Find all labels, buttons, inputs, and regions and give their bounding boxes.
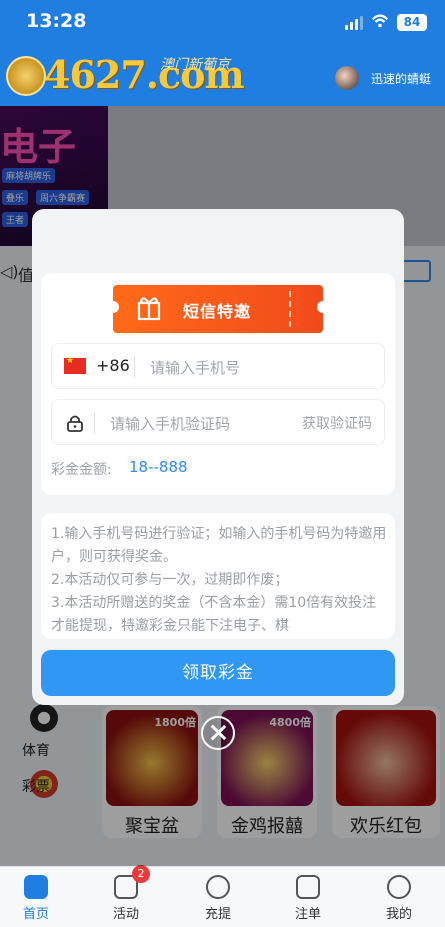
notification-badge: 2 <box>132 865 150 883</box>
bottom-tab-bar: 首页 2 活动 充提 注单 我的 <box>0 865 445 927</box>
reward-label: 彩金金额: <box>51 462 112 478</box>
user-name[interactable]: 迅速的蜻蜓 <box>371 70 431 87</box>
tab-label: 首页 <box>22 907 49 922</box>
status-time: 13:28 <box>26 10 87 32</box>
profile-icon <box>387 875 411 899</box>
logo-icon <box>6 56 46 96</box>
wifi-icon <box>372 14 388 28</box>
tab-label: 活动 <box>112 907 139 922</box>
form-panel: 短信特邀 +86 请输入手机号 请输入手机验证码 获取验证码 彩金金额: 18-… <box>41 273 395 495</box>
header: 4627.com 澳门新葡京 迅速的蜻蜓 <box>0 44 445 106</box>
tab-profile[interactable]: 我的 <box>369 875 429 922</box>
avatar[interactable] <box>335 66 359 90</box>
reward-value: 18--888 <box>129 458 188 476</box>
sms-code-field[interactable]: 请输入手机验证码 获取验证码 <box>51 399 385 445</box>
rules-panel[interactable]: 1.输入手机号码进行验证；如输入的手机号码为特邀用户，则可获得奖金。 2.本活动… <box>41 513 395 639</box>
phone-input[interactable]: 请输入手机号 <box>150 357 240 378</box>
status-bar: 13:28 84 <box>0 0 445 44</box>
sms-code-input[interactable]: 请输入手机验证码 <box>110 413 230 434</box>
home-icon <box>24 875 48 899</box>
sms-invite-modal: 短信特邀 +86 请输入手机号 请输入手机验证码 获取验证码 彩金金额: 18-… <box>32 209 404 705</box>
rule-item: 1.输入手机号码进行验证；如输入的手机号码为特邀用户，则可获得奖金。 <box>51 526 387 565</box>
logo-subtitle: 澳门新葡京 <box>160 57 230 73</box>
tab-activity[interactable]: 2 活动 <box>96 865 156 922</box>
tab-label: 我的 <box>385 907 412 922</box>
order-icon <box>296 875 320 899</box>
ribbon-title: 短信特邀 <box>183 302 252 321</box>
claim-bonus-button[interactable]: 领取彩金 <box>41 650 395 696</box>
tab-label: 注单 <box>294 907 321 922</box>
signal-icon <box>345 16 363 30</box>
china-flag-icon <box>64 356 86 374</box>
star-icon: 2 <box>114 865 150 899</box>
tab-orders[interactable]: 注单 <box>278 875 338 922</box>
gift-icon <box>137 297 161 321</box>
invite-ribbon: 短信特邀 <box>107 281 329 337</box>
battery-icon: 84 <box>397 14 427 31</box>
close-icon[interactable] <box>201 716 235 750</box>
recharge-icon <box>206 875 230 899</box>
rule-item: 2.本活动仅可参与一次，过期即作废； <box>51 572 289 588</box>
get-code-button[interactable]: 获取验证码 <box>302 413 372 433</box>
phone-field[interactable]: +86 请输入手机号 <box>51 343 385 389</box>
tab-recharge[interactable]: 充提 <box>188 875 248 922</box>
rule-item: 3.本活动所赠送的奖金（不含本金）需10倍有效投注才能提现，特邀彩金只能下注电子… <box>51 595 377 634</box>
tab-home[interactable]: 首页 <box>6 875 66 922</box>
lock-icon <box>67 415 83 432</box>
country-code[interactable]: +86 <box>96 356 130 375</box>
tab-label: 充提 <box>204 907 231 922</box>
